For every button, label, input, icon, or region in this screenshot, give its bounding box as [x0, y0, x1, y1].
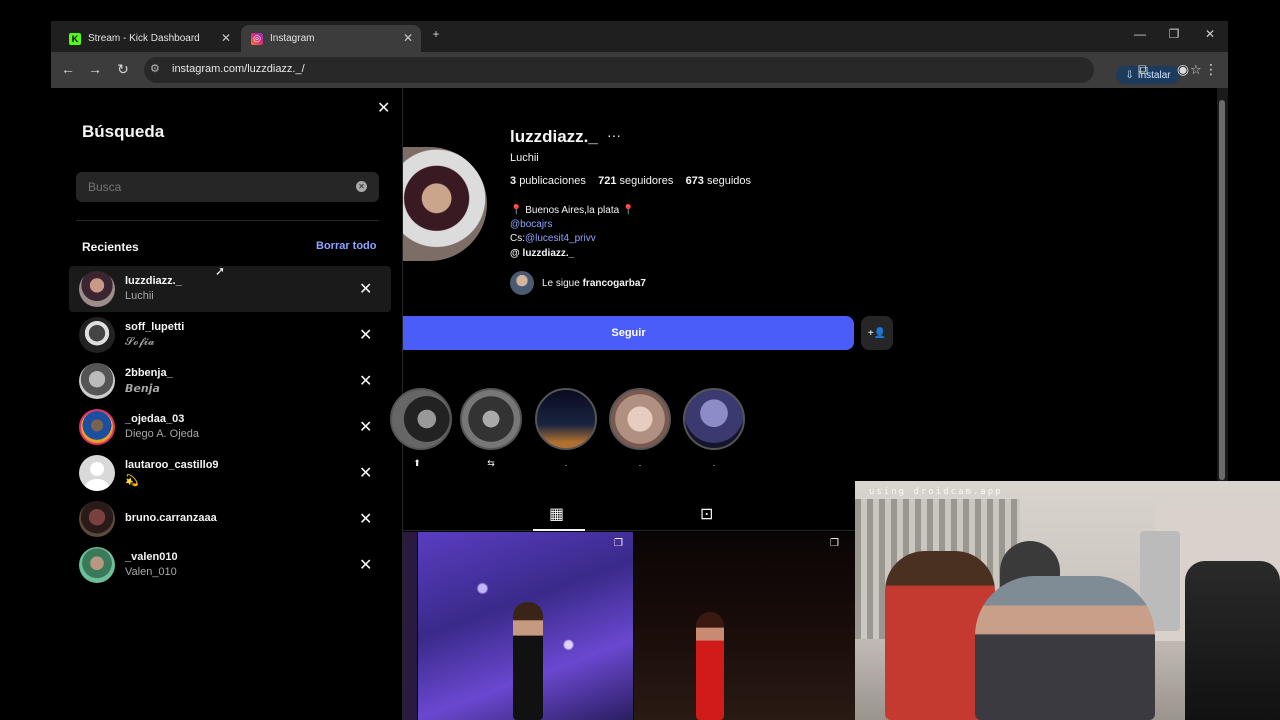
avatar — [79, 409, 115, 445]
highlight-label: ⇆ — [487, 458, 495, 468]
profile-username: luzzdiazz._ — [510, 127, 598, 146]
story-highlight[interactable] — [683, 388, 745, 450]
tabs-divider — [403, 530, 855, 531]
clear-all-button[interactable]: Borrar todo — [316, 240, 377, 252]
webcam-watermark: using droidcam.app — [869, 487, 1003, 497]
close-window-icon[interactable]: ✕ — [1200, 27, 1220, 41]
avatar — [79, 271, 115, 307]
remove-icon[interactable]: ✕ — [359, 417, 372, 437]
close-tab-icon[interactable]: ✕ — [403, 31, 413, 45]
list-item[interactable]: _valen010 Valen_010 ✕ — [69, 542, 391, 588]
close-tab-icon[interactable]: ✕ — [221, 31, 231, 45]
remove-icon[interactable]: ✕ — [359, 463, 372, 483]
post-person — [696, 612, 724, 720]
list-item[interactable]: _ojedaa_03 Diego A. Ojeda ✕ — [69, 404, 391, 450]
browser-tab-bar: K Stream - Kick Dashboard ✕ ◎ Instagram … — [51, 21, 1228, 52]
remove-icon[interactable]: ✕ — [359, 279, 372, 299]
bio-mention-link[interactable]: @lucesit4_privv — [525, 233, 596, 244]
following-stat[interactable]: 673 seguidos — [686, 175, 751, 187]
url-text: instagram.com/luzzdiazz._/ — [172, 63, 305, 75]
gaming-chair — [1185, 561, 1280, 720]
list-item[interactable]: luzzdiazz._ Luchii ✕ — [69, 266, 391, 312]
bio-mention-link[interactable]: @bocajrs — [510, 219, 552, 230]
story-highlight[interactable] — [390, 388, 452, 450]
mouse-cursor-icon: ➚ — [215, 264, 226, 278]
forward-icon[interactable]: → — [86, 61, 104, 77]
story-highlight[interactable] — [535, 388, 597, 450]
highlight-label: ⬆ — [413, 458, 421, 468]
reload-icon[interactable]: ↻ — [114, 61, 132, 78]
remove-icon[interactable]: ✕ — [359, 371, 372, 391]
webcam-overlay: using droidcam.app — [855, 481, 1280, 720]
posts-grid-icon[interactable]: ▦ — [549, 504, 564, 524]
post-person — [513, 602, 543, 720]
list-item[interactable]: soff_lupetti 𝓢𝓸𝓯𝓲𝓪 ✕ — [69, 312, 391, 358]
carousel-icon: ❐ — [614, 538, 623, 549]
profile-stats: 3 publicaciones 721 seguidores 673 segui… — [510, 175, 751, 187]
bio-line: Cs:@lucesit4_privv — [510, 233, 596, 244]
post-thumbnail[interactable] — [403, 532, 417, 720]
profile-fullname: Luchii — [510, 152, 539, 164]
clear-input-icon[interactable]: ✕ — [356, 181, 367, 192]
search-panel: ✕ Búsqueda ✕ Recientes Borrar todo luzzd… — [51, 88, 403, 720]
story-highlight[interactable] — [460, 388, 522, 450]
site-info-icon[interactable]: ⚙ — [150, 62, 160, 75]
tab-title: Stream - Kick Dashboard — [88, 33, 200, 44]
carousel-icon: ❐ — [830, 538, 839, 549]
close-icon[interactable]: ✕ — [377, 98, 390, 118]
avatar — [79, 363, 115, 399]
address-bar[interactable]: ⚙ instagram.com/luzzdiazz._/ ⇩ Instalar … — [144, 57, 1202, 84]
avatar — [510, 271, 534, 295]
search-title: Búsqueda — [82, 122, 165, 141]
profile-icon[interactable]: ◉ — [1174, 61, 1192, 78]
remove-icon[interactable]: ✕ — [359, 509, 372, 529]
follow-button[interactable]: Seguir — [403, 316, 854, 350]
kick-icon: K — [69, 32, 81, 45]
list-item[interactable]: bruno.carranzaaa ✕ — [69, 496, 391, 542]
threads-icon: @ — [510, 248, 520, 259]
tab-kick-dashboard[interactable]: K Stream - Kick Dashboard ✕ — [59, 25, 239, 52]
highlight-label: . — [712, 458, 716, 468]
scrollbar-thumb[interactable] — [1219, 100, 1225, 480]
default-avatar-icon — [79, 455, 115, 491]
divider — [76, 220, 379, 221]
highlight-label: . — [564, 458, 568, 468]
browser-toolbar: ← → ↻ ⚙ instagram.com/luzzdiazz._/ ⇩ Ins… — [51, 52, 1228, 88]
back-icon[interactable]: ← — [59, 61, 77, 77]
list-item[interactable]: lautaroo_castillo9 💫 ✕ — [69, 450, 391, 496]
instagram-icon: ◎ — [251, 32, 263, 45]
install-icon: ⇩ — [1125, 69, 1134, 81]
remove-icon[interactable]: ✕ — [359, 555, 372, 575]
more-options-icon[interactable]: ··· — [607, 127, 621, 143]
post-thumbnail[interactable]: ❐ — [634, 532, 855, 720]
new-tab-icon[interactable]: + — [426, 27, 446, 41]
post-thumbnail[interactable]: ❐ — [418, 532, 633, 720]
tab-title: Instagram — [270, 33, 315, 44]
posts-stat[interactable]: 3 publicaciones — [510, 175, 586, 187]
bio-line: 📍 Buenos Aires,la plata 📍 — [510, 205, 635, 216]
tagged-icon[interactable]: ⊡ — [700, 504, 713, 524]
recent-heading: Recientes — [82, 240, 139, 254]
list-item[interactable]: 2bbenja_ 𝘽𝙚𝙣𝙟𝙖 ✕ — [69, 358, 391, 404]
page-scrollbar[interactable] — [1217, 88, 1228, 481]
followed-by[interactable]: Le sigue francogarba7 — [510, 271, 646, 295]
avatar — [79, 547, 115, 583]
search-input[interactable] — [76, 172, 379, 202]
threads-link[interactable]: @ luzzdiazz._ — [510, 248, 574, 259]
story-highlight[interactable] — [609, 388, 671, 450]
profile-avatar[interactable] — [403, 147, 487, 261]
avatar — [79, 501, 115, 537]
minimize-icon[interactable]: — — [1130, 27, 1150, 41]
menu-icon[interactable]: ⋮ — [1202, 61, 1220, 78]
tab-instagram[interactable]: ◎ Instagram ✕ — [241, 25, 421, 52]
active-tab-indicator — [533, 529, 585, 531]
highlight-label: . — [638, 458, 642, 468]
media-icon[interactable]: ⧉ — [1134, 61, 1152, 78]
suggest-user-icon[interactable]: +👤 — [861, 316, 893, 350]
followers-stat[interactable]: 721 seguidores — [598, 175, 673, 187]
avatar — [79, 317, 115, 353]
remove-icon[interactable]: ✕ — [359, 325, 372, 345]
person-right — [975, 576, 1155, 720]
restore-icon[interactable]: ❐ — [1164, 27, 1184, 41]
